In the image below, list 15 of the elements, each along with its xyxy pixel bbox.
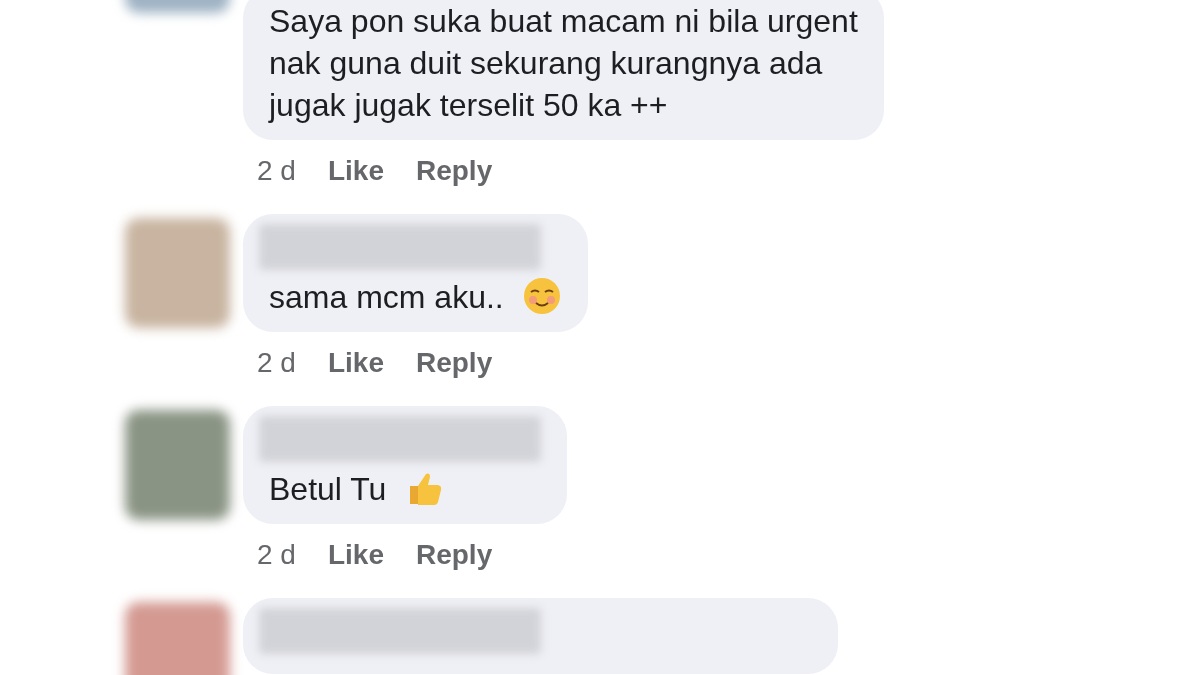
comment-text: Betul Tu <box>269 471 387 507</box>
like-link[interactable]: Like <box>327 534 384 576</box>
comment-text: jugak jugak terselit 50 ka ++ <box>269 87 668 123</box>
comment-time: 2 d <box>257 346 296 380</box>
comment-text: sama mcm aku.. <box>269 279 504 315</box>
comment-text: nak guna duit sekurang kurangnya ada <box>269 45 823 81</box>
reply-link[interactable]: Reply <box>415 342 493 384</box>
comment-text: Saya pon suka buat macam ni bila urgent <box>269 3 858 39</box>
smiling-face-icon <box>521 276 562 316</box>
comment-time: 2 d <box>257 154 296 188</box>
reply-link[interactable]: Reply <box>415 150 493 192</box>
reply-link[interactable]: Reply <box>415 534 493 576</box>
comment-time: 2 d <box>257 538 296 572</box>
like-link[interactable]: Like <box>327 150 384 192</box>
like-link[interactable]: Like <box>327 342 384 384</box>
